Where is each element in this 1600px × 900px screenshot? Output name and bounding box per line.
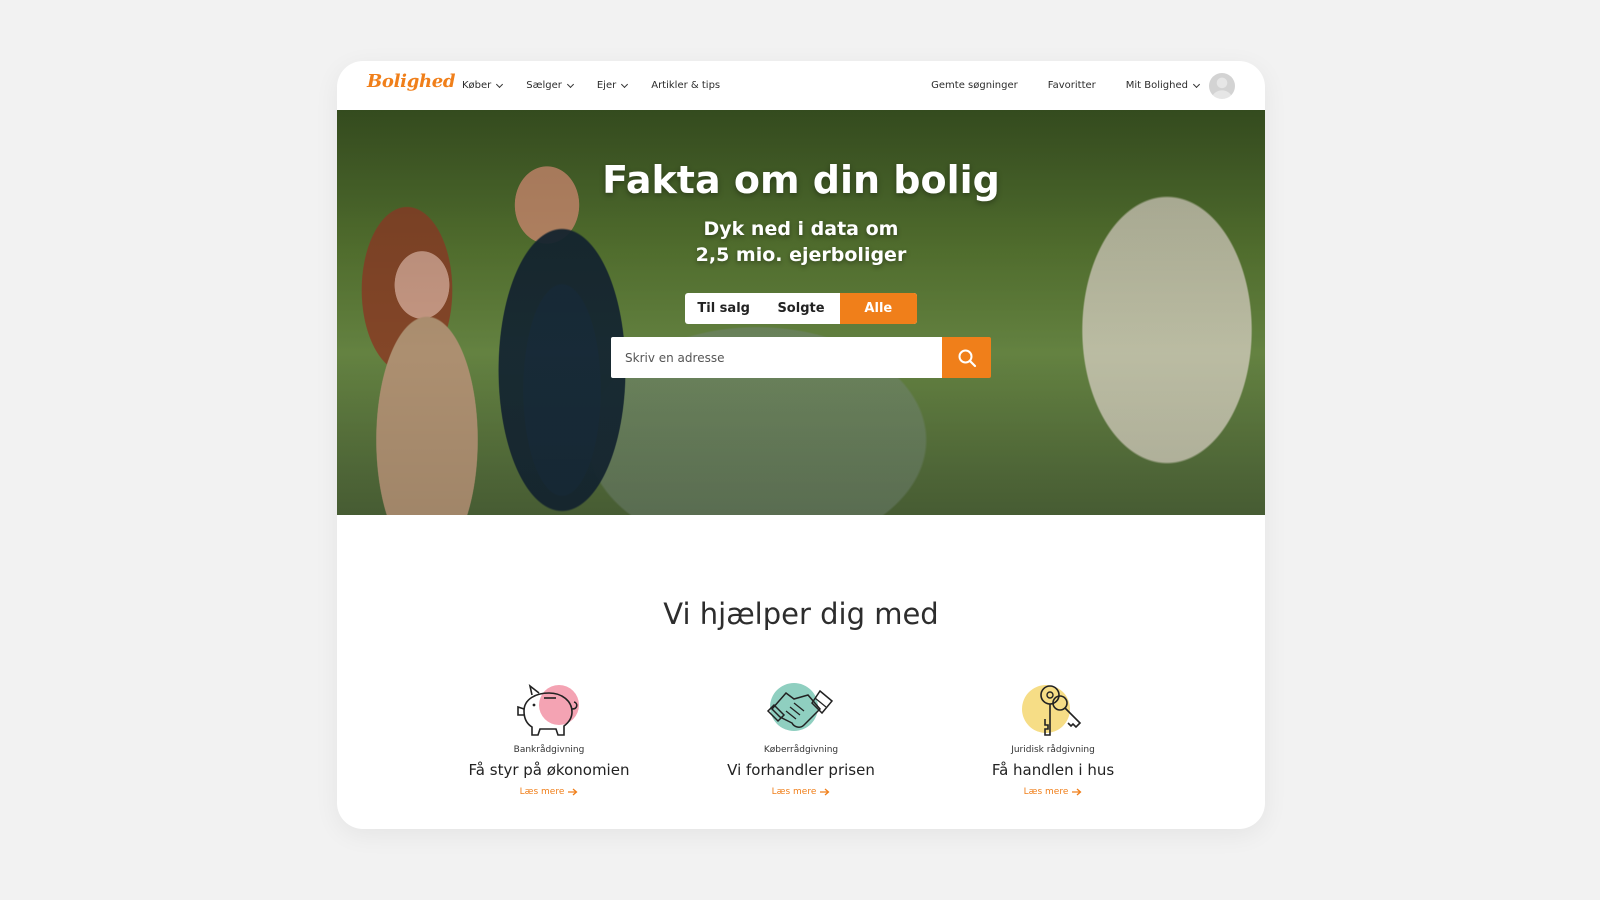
card-headline: Få handlen i hus [991, 761, 1115, 779]
read-more-link[interactable]: Læs mere [1024, 787, 1083, 797]
card-headline: Vi forhandler prisen [727, 761, 875, 779]
keys-icon [1018, 681, 1088, 739]
nav-item-favorites[interactable]: Favoritter [1048, 80, 1096, 91]
tab-til-salg[interactable]: Til salg [685, 293, 762, 324]
piggy-bank-icon [514, 681, 584, 739]
chevron-down-icon [621, 80, 629, 88]
browser-frame: Bolighed Køber Sælger Ejer Artikler & ti… [337, 61, 1265, 829]
address-search [611, 337, 991, 378]
service-card-buyer: Køberrådgivning Vi forhandler prisen Læs… [701, 681, 901, 798]
read-more-link[interactable]: Læs mere [520, 787, 579, 797]
service-card-bank: Bankrådgivning Få styr på økonomien Læs … [449, 681, 649, 798]
section-title: Vi hjælper dig med [663, 597, 939, 631]
avatar[interactable] [1209, 72, 1235, 99]
read-more-link[interactable]: Læs mere [772, 787, 831, 797]
card-category: Juridisk rådgivning [1011, 745, 1095, 755]
handshake-icon [766, 681, 836, 739]
nav-item-artikler[interactable]: Artikler & tips [651, 80, 720, 91]
tab-solgte[interactable]: Solgte [762, 293, 839, 324]
hero-subtitle: Dyk ned i data om 2,5 mio. ejerboliger [695, 218, 907, 266]
hero-title: Fakta om din bolig [602, 158, 1000, 202]
card-headline: Få styr på økonomien [468, 761, 630, 779]
nav-item-saelger[interactable]: Sælger [526, 80, 574, 91]
search-icon [958, 349, 976, 367]
account-menu: Gemte søgninger Favoritter Mit Bolighed [901, 61, 1235, 110]
chevron-down-icon [496, 80, 504, 88]
bolighed-logo[interactable]: Bolighed [367, 71, 456, 92]
nav-item-saved-searches[interactable]: Gemte søgninger [931, 80, 1018, 91]
address-search-input[interactable] [611, 337, 942, 378]
listing-filter-tabs: Til salg Solgte Alle [685, 293, 917, 324]
arrow-right-icon [820, 788, 830, 796]
tab-alle[interactable]: Alle [839, 293, 917, 324]
hero-banner: Fakta om din bolig Dyk ned i data om 2,5… [337, 110, 1265, 515]
chevron-down-icon [566, 80, 574, 88]
arrow-right-icon [568, 788, 578, 796]
top-navigation: Bolighed Køber Sælger Ejer Artikler & ti… [337, 61, 1265, 110]
nav-item-ejer[interactable]: Ejer [597, 80, 629, 91]
arrow-right-icon [1072, 788, 1082, 796]
chevron-down-icon [1192, 80, 1201, 88]
nav-item-my-bolighed[interactable]: Mit Bolighed [1126, 80, 1201, 91]
service-card-legal: Juridisk rådgivning Få handlen i hus Læs… [953, 681, 1153, 798]
card-category: Køberrådgivning [763, 745, 839, 755]
nav-item-koeber[interactable]: Køber [462, 80, 504, 91]
primary-menu: Køber Sælger Ejer Artikler & tips [462, 61, 744, 110]
card-category: Bankrådgivning [513, 745, 585, 755]
search-button[interactable] [942, 337, 991, 378]
